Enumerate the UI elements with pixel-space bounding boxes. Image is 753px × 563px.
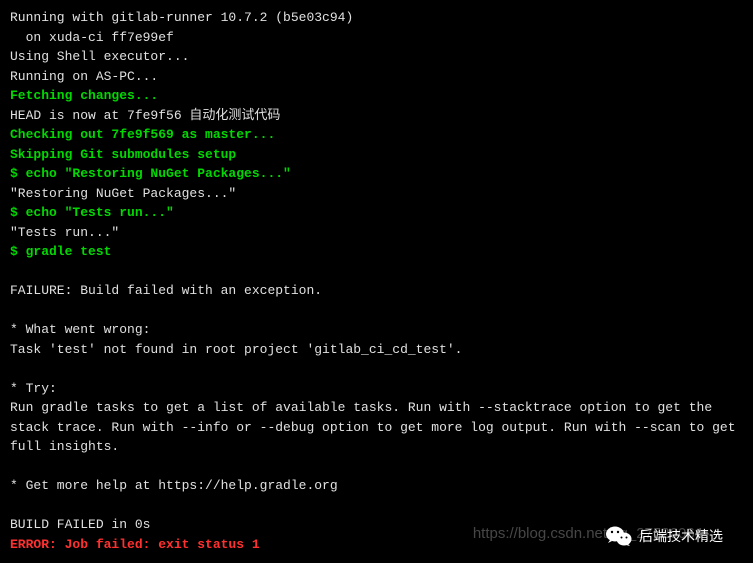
terminal-line bbox=[10, 301, 743, 321]
terminal-line bbox=[10, 262, 743, 282]
terminal-line bbox=[10, 359, 743, 379]
terminal-line: on xuda-ci ff7e99ef bbox=[10, 28, 743, 48]
terminal-line: FAILURE: Build failed with an exception. bbox=[10, 281, 743, 301]
terminal-line: Fetching changes... bbox=[10, 86, 743, 106]
terminal-line: Running on AS-PC... bbox=[10, 67, 743, 87]
terminal-line: * Try: bbox=[10, 379, 743, 399]
terminal-line: BUILD FAILED in 0s bbox=[10, 515, 743, 535]
terminal-line: "Tests run..." bbox=[10, 223, 743, 243]
terminal-line: Running with gitlab-runner 10.7.2 (b5e03… bbox=[10, 8, 743, 28]
terminal-line: $ echo "Tests run..." bbox=[10, 203, 743, 223]
terminal-line: Checking out 7fe9f569 as master... bbox=[10, 125, 743, 145]
terminal-line: "Restoring NuGet Packages..." bbox=[10, 184, 743, 204]
terminal-line: Task 'test' not found in root project 'g… bbox=[10, 340, 743, 360]
terminal-line: HEAD is now at 7fe9f56 自动化测试代码 bbox=[10, 106, 743, 126]
terminal-line: * What went wrong: bbox=[10, 320, 743, 340]
terminal-line: ERROR: Job failed: exit status 1 bbox=[10, 535, 743, 555]
terminal-line: Skipping Git submodules setup bbox=[10, 145, 743, 165]
terminal-line bbox=[10, 457, 743, 477]
terminal-line bbox=[10, 496, 743, 516]
terminal-line: Using Shell executor... bbox=[10, 47, 743, 67]
terminal-line: $ echo "Restoring NuGet Packages..." bbox=[10, 164, 743, 184]
terminal-line: Run gradle tasks to get a list of availa… bbox=[10, 398, 743, 457]
terminal-line: * Get more help at https://help.gradle.o… bbox=[10, 476, 743, 496]
terminal-output: Running with gitlab-runner 10.7.2 (b5e03… bbox=[10, 8, 743, 554]
terminal-line: $ gradle test bbox=[10, 242, 743, 262]
